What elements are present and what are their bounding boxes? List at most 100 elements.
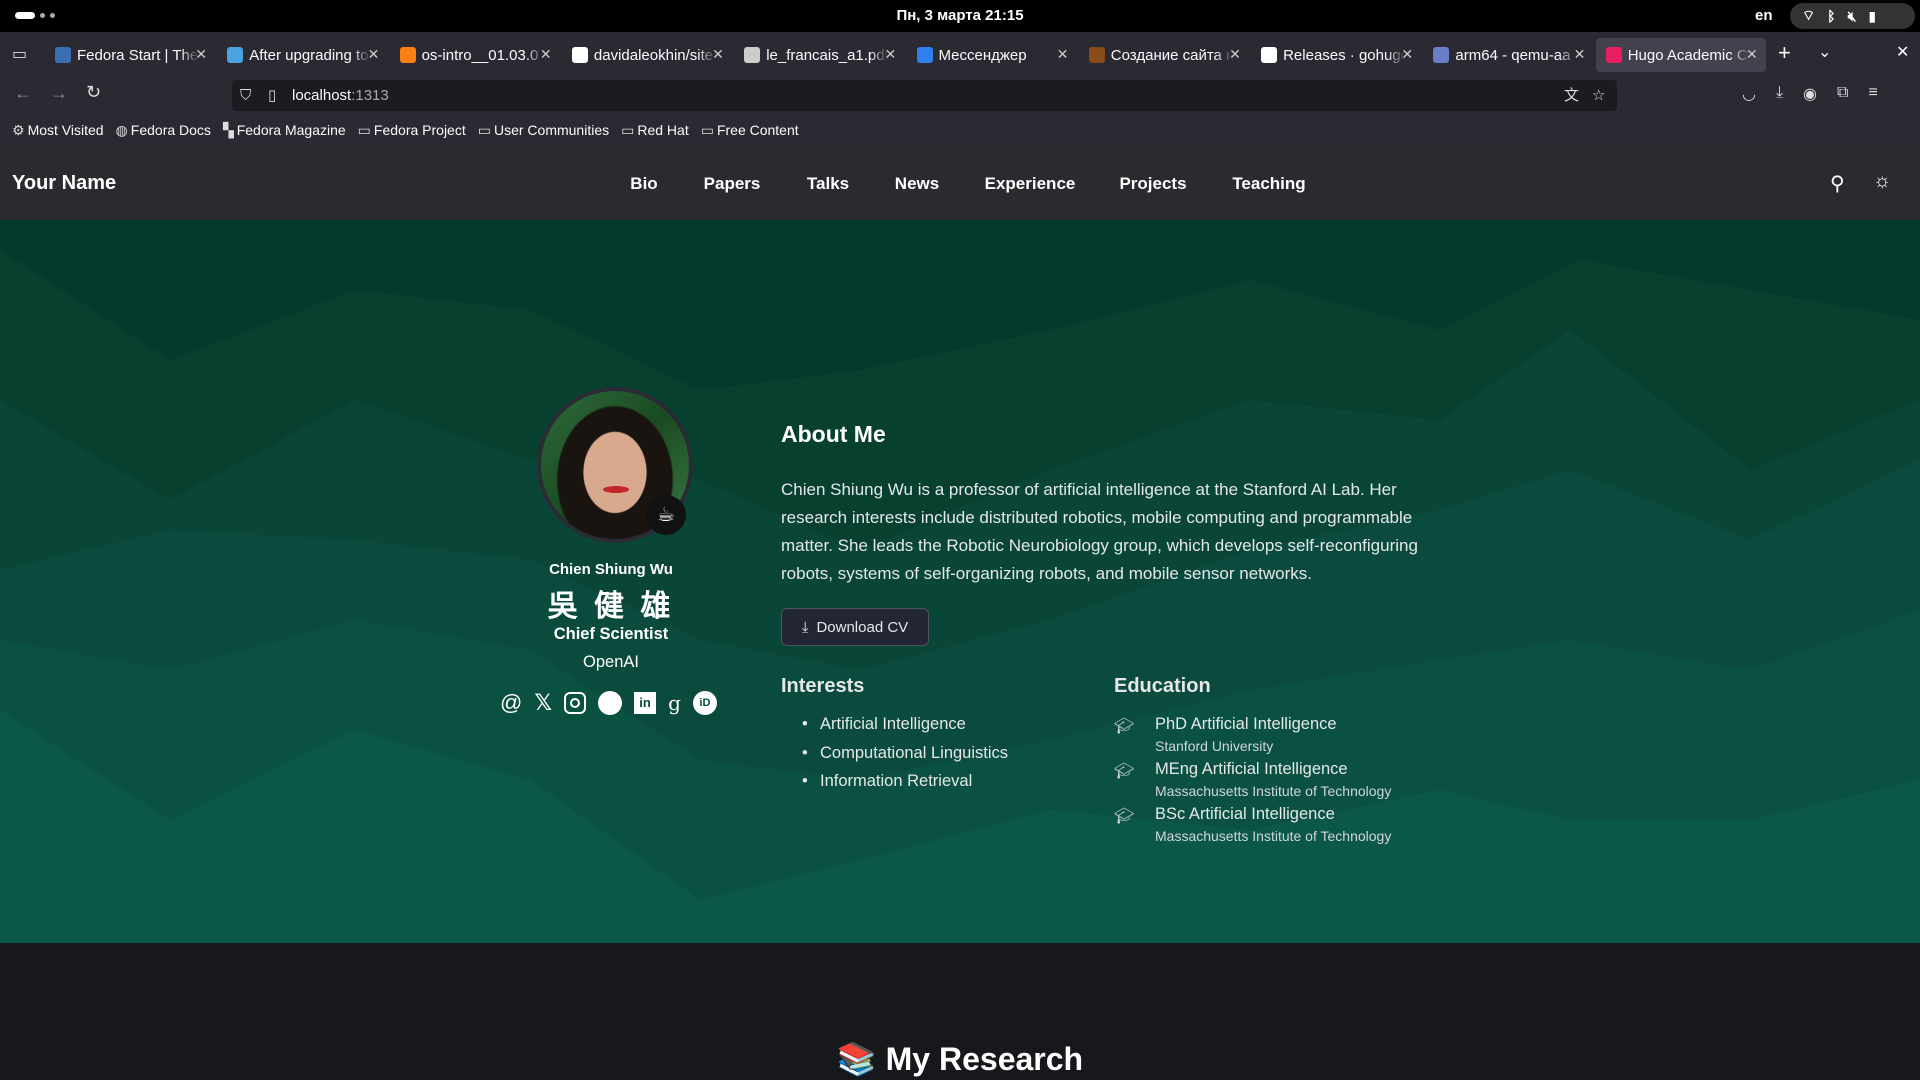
- new-tab-button[interactable]: +: [1778, 40, 1791, 66]
- globe-icon: ◍: [115, 122, 128, 138]
- interest-label: Information Retrieval: [820, 772, 973, 790]
- download-cv-button[interactable]: ⤓ Download CV: [781, 608, 929, 646]
- bookmark-item[interactable]: ▭ User Communities: [478, 122, 609, 139]
- clock[interactable]: Пн, 3 марта 21:15: [896, 7, 1023, 24]
- bookmark-item[interactable]: ▚ Fedora Magazine: [223, 122, 346, 139]
- close-tab-icon[interactable]: ✕: [540, 46, 552, 63]
- about-title: About Me: [781, 421, 886, 447]
- hero-about-section: ☕ Chien Shiung Wu 吳 健 雄 Chief Scientist …: [0, 220, 1920, 943]
- education-school: Stanford University: [1155, 738, 1274, 754]
- nav-link-bio[interactable]: Bio: [630, 174, 657, 194]
- browser-tab[interactable]: Hugo Academic C ✕: [1595, 38, 1766, 72]
- forward-button[interactable]: →: [50, 83, 68, 104]
- profile-organization: OpenAI: [583, 653, 639, 671]
- workspace-dot[interactable]: [40, 13, 45, 18]
- bookmark-star-icon[interactable]: ☆: [1592, 80, 1605, 111]
- nav-link-papers[interactable]: Papers: [704, 174, 761, 194]
- close-tab-icon[interactable]: ✕: [195, 46, 207, 63]
- bookmark-label: User Communities: [493, 122, 610, 138]
- browser-tab[interactable]: Создание сайта н ✕: [1079, 38, 1249, 72]
- reload-button[interactable]: ↻: [86, 82, 101, 103]
- browser-tab[interactable]: After upgrading to ✕: [217, 38, 387, 72]
- url-port: :1313: [351, 87, 389, 104]
- research-section: 📚 My Research: [0, 943, 1920, 1080]
- close-tab-icon[interactable]: ✕: [1401, 46, 1413, 63]
- browser-tab[interactable]: Мессенджер ✕: [907, 38, 1077, 72]
- discourse-icon: [227, 47, 244, 63]
- search-icon[interactable]: ⚲: [1830, 171, 1845, 196]
- bookmark-item[interactable]: ▭ Fedora Project: [358, 122, 466, 139]
- shield-icon[interactable]: ⛉: [240, 80, 251, 111]
- bookmark-item[interactable]: ⚙ Most Visited: [12, 122, 104, 139]
- url-host: localhost: [292, 87, 352, 104]
- education-title: Education: [1114, 675, 1211, 697]
- downloads-icon[interactable]: ⤓: [1776, 84, 1783, 104]
- browser-tab[interactable]: arm64 - qemu-aa ✕: [1423, 38, 1593, 72]
- close-tab-icon[interactable]: ✕: [712, 46, 724, 63]
- nav-link-teaching[interactable]: Teaching: [1232, 174, 1305, 194]
- browser-tab[interactable]: Fedora Start | The ✕: [45, 38, 215, 72]
- back-button[interactable]: ←: [14, 83, 32, 104]
- github-icon: [571, 47, 588, 63]
- folder-icon: ▭: [477, 122, 491, 138]
- interest-label: Computational Linguistics: [820, 743, 1009, 762]
- nav-link-news[interactable]: News: [895, 174, 939, 194]
- bookmark-label: Most Visited: [27, 122, 104, 138]
- close-window-button[interactable]: ✕: [1896, 42, 1909, 62]
- translate-icon[interactable]: 文: [1564, 80, 1579, 111]
- workspace-indicator[interactable]: [15, 12, 35, 19]
- keyboard-layout[interactable]: en: [1755, 7, 1773, 24]
- account-icon[interactable]: ◉: [1803, 84, 1817, 104]
- browser-tab[interactable]: le_francais_a1.pdf ✕: [734, 38, 904, 72]
- browser-tab[interactable]: os-intro__01.03.0 ✕: [390, 38, 560, 72]
- page-icon: ▯: [268, 87, 277, 104]
- extensions-icon[interactable]: ⧉: [1837, 84, 1848, 104]
- google-scholar-icon[interactable]: g: [668, 691, 681, 715]
- bookmark-item[interactable]: ▭ Red Hat: [621, 122, 689, 139]
- nav-link-talks[interactable]: Talks: [807, 174, 849, 194]
- theme-toggle-sun-icon[interactable]: ☼: [1873, 170, 1891, 193]
- x-twitter-icon[interactable]: 𝕏: [534, 690, 552, 716]
- education-school: Massachusetts Institute of Technology: [1155, 783, 1392, 799]
- site-brand[interactable]: Your Name: [12, 172, 116, 195]
- close-tab-icon[interactable]: ✕: [884, 46, 896, 63]
- site-icon: [1088, 47, 1105, 63]
- close-tab-icon[interactable]: ✕: [1057, 46, 1069, 63]
- close-tab-icon[interactable]: ✕: [1746, 46, 1758, 63]
- nav-link-projects[interactable]: Projects: [1119, 174, 1186, 194]
- download-cv-label: Download CV: [816, 618, 909, 636]
- close-tab-icon[interactable]: ✕: [368, 46, 380, 63]
- system-status-menu[interactable]: ⌔ ᛒ 🔇︎ ▮: [1790, 3, 1915, 29]
- tab-list-icon[interactable]: ▭: [12, 44, 27, 64]
- navigation-toolbar: ← → ↻ ⛉ ▯ localhost:1313 文 ☆ ◡ ⤓ ◉ ⧉ ≡: [0, 76, 1920, 114]
- bookmark-item[interactable]: ◍ Fedora Docs: [116, 122, 211, 139]
- url-bar[interactable]: ⛉ ▯ localhost:1313 文 ☆: [232, 80, 1617, 111]
- linkedin-icon[interactable]: in: [634, 692, 657, 714]
- github-icon: [1261, 47, 1278, 63]
- orcid-icon[interactable]: iD: [692, 691, 717, 715]
- tab-title: Мессенджер: [938, 46, 1027, 64]
- instagram-icon[interactable]: [564, 692, 587, 714]
- github-icon[interactable]: [598, 691, 623, 715]
- profile-role: Chief Scientist: [553, 625, 669, 643]
- graduation-cap-icon: 🎓︎: [1114, 808, 1135, 825]
- gear-icon: ⚙: [12, 122, 25, 138]
- interests-title: Interests: [781, 675, 865, 697]
- browser-tab[interactable]: Releases · gohugo ✕: [1251, 38, 1421, 72]
- email-icon[interactable]: @: [500, 690, 522, 716]
- tab-overflow-chevron-icon[interactable]: ⌄: [1818, 42, 1831, 62]
- tab-title: os-intro__01.03.0: [421, 46, 539, 64]
- close-tab-icon[interactable]: ✕: [1229, 46, 1241, 63]
- battery-icon: ▮: [1868, 7, 1877, 24]
- status-emoji-badge: ☕: [646, 495, 686, 535]
- workspace-dot[interactable]: [50, 13, 55, 18]
- browser-tab[interactable]: davidaleokhin/site ✕: [562, 38, 732, 72]
- bookmark-label: Fedora Magazine: [236, 122, 346, 138]
- pocket-icon[interactable]: ◡: [1742, 84, 1756, 104]
- interest-item: • Information Retrieval: [802, 772, 973, 790]
- menu-icon[interactable]: ≡: [1868, 84, 1877, 104]
- close-tab-icon[interactable]: ✕: [1574, 46, 1586, 63]
- folder-icon: ▭: [357, 122, 371, 138]
- nav-link-experience[interactable]: Experience: [985, 174, 1076, 194]
- bookmark-item[interactable]: ▭ Free Content: [701, 122, 799, 139]
